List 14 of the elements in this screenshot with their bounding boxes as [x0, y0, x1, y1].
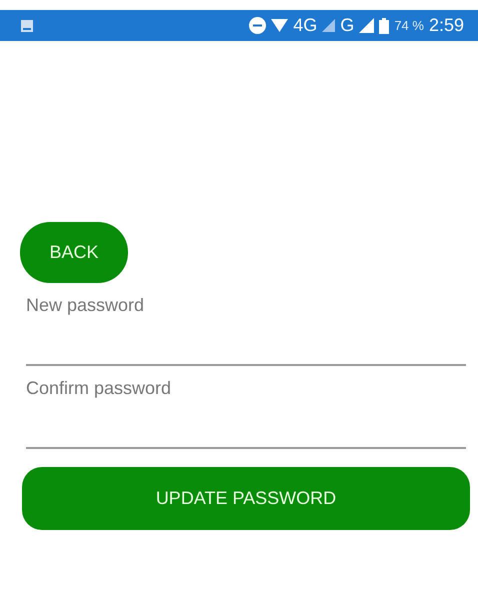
network-type: 4G — [293, 15, 318, 36]
signal-icon — [322, 19, 336, 32]
wifi-icon — [271, 19, 288, 32]
signal-icon — [359, 18, 374, 33]
password-field[interactable]: New password — [26, 283, 466, 366]
password-field[interactable]: Confirm password — [26, 366, 466, 449]
clock: 2:59 — [428, 15, 464, 36]
battery-percentage: 74 % — [394, 18, 424, 33]
battery-icon — [379, 18, 390, 34]
image-icon — [20, 18, 34, 32]
back-button[interactable]: BACK — [20, 222, 128, 283]
network-type: G — [340, 15, 354, 36]
do-not-disturb-icon — [249, 17, 266, 34]
update-password-button[interactable]: UPDATE PASSWORD — [22, 467, 470, 530]
